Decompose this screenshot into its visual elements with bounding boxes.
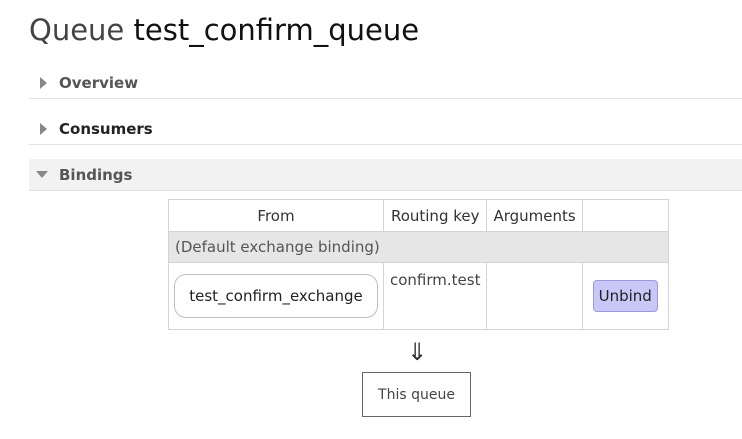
bindings-table: From Routing key Arguments (Default exch…	[168, 199, 669, 330]
page-title-prefix: Queue	[29, 13, 125, 47]
column-header-actions	[581, 199, 669, 232]
table-header-row: From Routing key Arguments	[168, 199, 669, 232]
default-binding-label: (Default exchange binding)	[168, 231, 669, 263]
section-overview-label: Overview	[59, 73, 139, 92]
binding-from-cell: test_confirm_exchange	[168, 262, 384, 330]
section-overview-toggle[interactable]: Overview	[29, 67, 742, 99]
this-queue-box: This queue	[362, 372, 471, 417]
section-bindings-label: Bindings	[59, 165, 133, 184]
table-row: test_confirm_exchange confirm.test Unbin…	[168, 262, 669, 330]
down-arrow-icon: ⇓	[406, 338, 428, 366]
action-cell: Unbind	[581, 262, 669, 330]
routing-key-cell: confirm.test	[382, 262, 488, 330]
column-header-routing-key: Routing key	[382, 199, 488, 232]
chevron-right-icon	[29, 76, 59, 89]
queue-name: test_confirm_queue	[133, 13, 420, 47]
column-header-from: From	[168, 199, 384, 232]
exchange-link[interactable]: test_confirm_exchange	[174, 274, 378, 318]
chevron-down-icon	[29, 171, 59, 178]
section-consumers-label: Consumers	[59, 119, 153, 138]
chevron-right-icon	[29, 122, 59, 135]
unbind-button[interactable]: Unbind	[592, 280, 658, 312]
arguments-cell	[486, 262, 583, 330]
section-consumers-toggle[interactable]: Consumers	[29, 113, 742, 145]
page-title: Queue test_confirm_queue	[29, 12, 419, 48]
column-header-arguments: Arguments	[486, 199, 583, 232]
section-bindings-toggle[interactable]: Bindings	[29, 159, 742, 191]
default-binding-row: (Default exchange binding)	[168, 231, 669, 263]
